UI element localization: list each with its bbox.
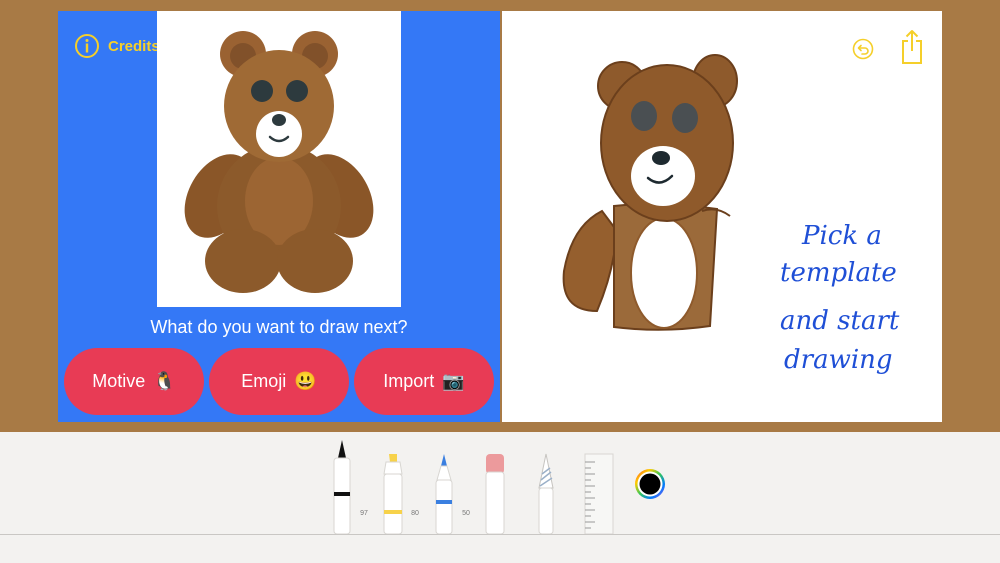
handwriting-line-1: Pick a: [801, 221, 882, 251]
pencil-toolbar: 97 80 50: [0, 432, 1000, 563]
marker-tool[interactable]: 80: [382, 440, 419, 535]
motive-button-label: Motive: [92, 371, 146, 391]
pencil-width-label: 50: [462, 510, 470, 517]
bear-sketch-drawing: Pick a template and start drawing: [562, 54, 900, 375]
info-icon: [75, 34, 99, 58]
penguin-emoji-icon: 🐧: [153, 371, 176, 391]
marker-icon: [383, 454, 403, 535]
color-picker-button[interactable]: [634, 468, 666, 500]
selected-color-swatch: [639, 473, 661, 495]
pen-tool[interactable]: 97: [331, 440, 368, 535]
handwriting-line-4: drawing: [784, 345, 893, 375]
drawing-canvas[interactable]: Pick a template and start drawing: [502, 11, 942, 422]
template-preview[interactable]: [157, 11, 401, 307]
pencil-tool[interactable]: 50: [433, 440, 470, 535]
teddy-bear-template-image: [184, 31, 374, 293]
marker-width-label: 80: [411, 510, 419, 517]
handwriting-line-3: and start: [780, 306, 900, 336]
emoji-button-label: Emoji: [241, 371, 287, 391]
color-wheel-icon: [635, 469, 665, 499]
handwriting-line-2: template: [780, 258, 897, 288]
template-panel: Credits What do you want to draw next? M…: [58, 11, 500, 422]
credits-label: Credits: [108, 37, 160, 55]
lasso-tool[interactable]: [535, 440, 557, 535]
ruler-tool[interactable]: [583, 440, 615, 535]
emoji-button[interactable]: Emoji 😃: [209, 348, 349, 415]
motive-button[interactable]: Motive 🐧: [64, 348, 204, 415]
pen-icon: [333, 440, 351, 535]
import-button[interactable]: Import 📷: [354, 348, 494, 415]
ruler-icon: [584, 453, 614, 535]
toolbar-divider: [0, 534, 1000, 535]
pen-width-label: 97: [360, 510, 368, 517]
camera-emoji-icon: 📷: [442, 371, 465, 391]
credits-button[interactable]: Credits: [74, 33, 160, 59]
smiley-emoji-icon: 😃: [294, 371, 317, 391]
lasso-icon: [538, 453, 554, 535]
prompt-text: What do you want to draw next?: [150, 317, 408, 337]
eraser-icon: [485, 454, 505, 535]
pencil-icon: [435, 454, 453, 535]
import-button-label: Import: [383, 371, 435, 391]
eraser-tool[interactable]: [483, 440, 507, 535]
